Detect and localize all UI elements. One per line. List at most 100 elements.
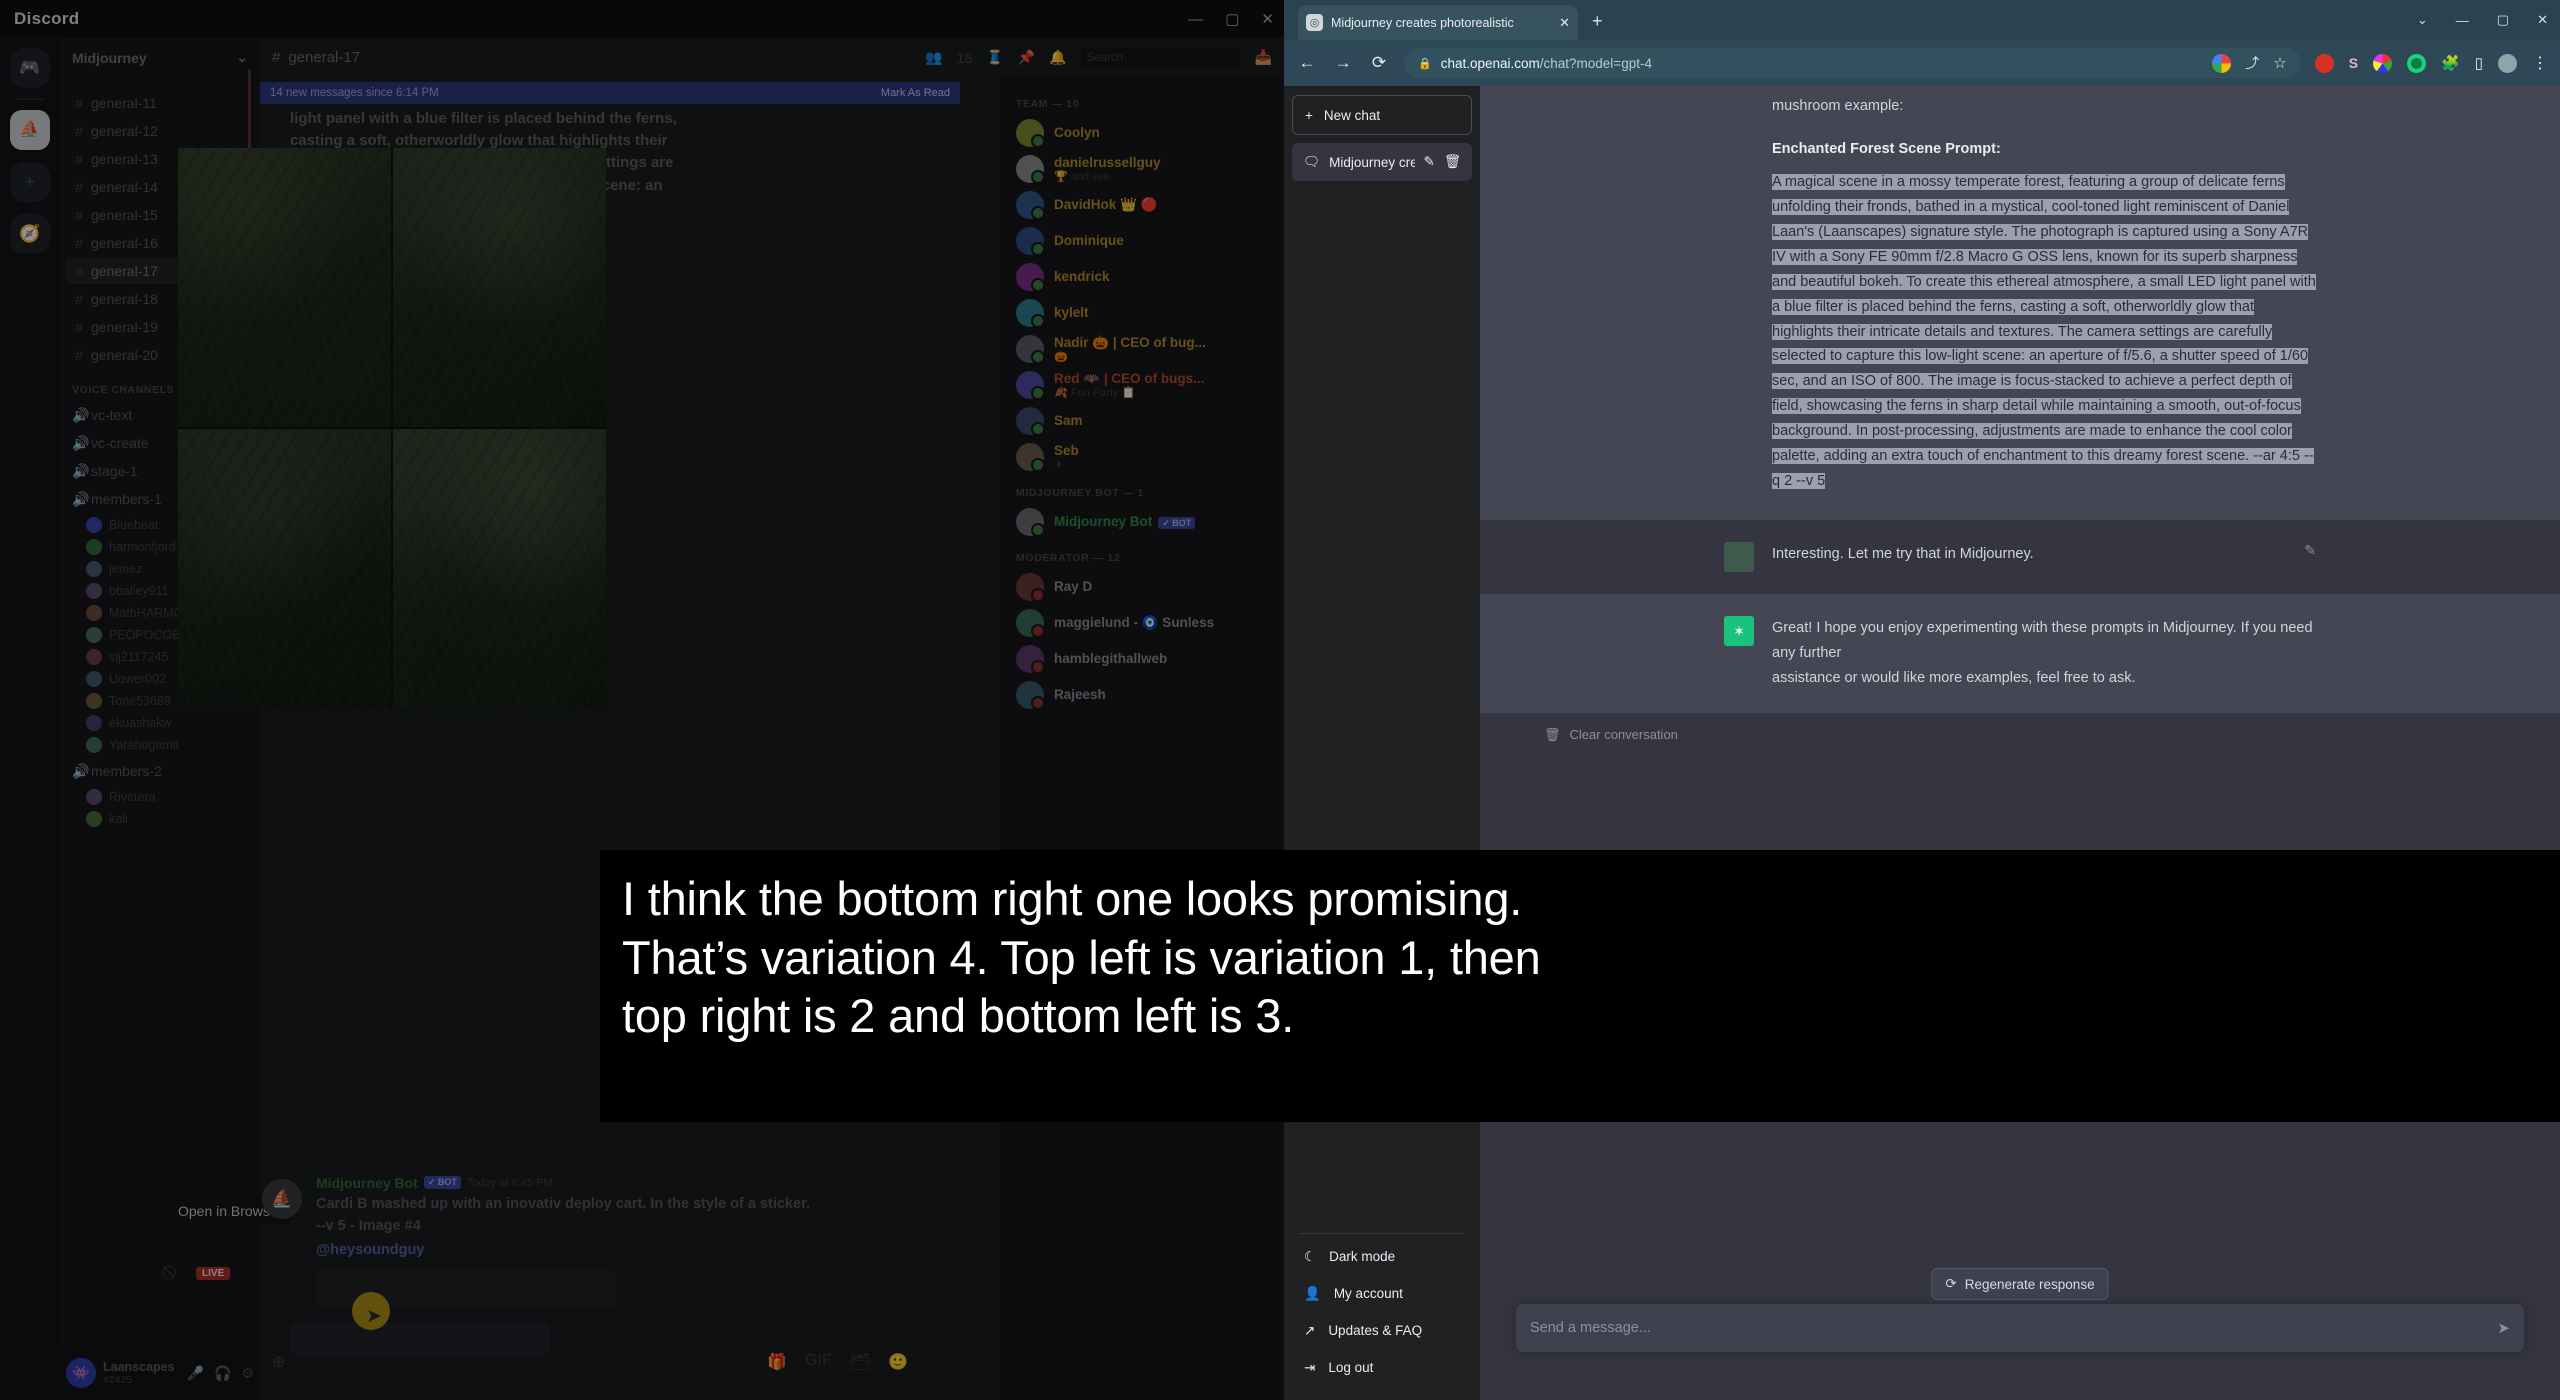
emoji-icon[interactable]: 🙂 [888,1352,908,1372]
member-list-item[interactable]: maggielund - 🧿 Sunless [1000,605,1284,641]
extension-red-icon[interactable] [2314,53,2334,73]
chrome-menu-icon[interactable]: ⋮ [2532,53,2548,73]
sticker-icon[interactable]: 🗂 [850,1352,870,1372]
explore-servers-icon[interactable]: 🧭 [10,214,50,254]
regenerate-response-button[interactable]: ⟳ Regenerate response [1931,1268,2109,1300]
address-bar[interactable]: 🔒 chat.openai.com/chat?model=gpt-4 ⤴ ☆ [1404,48,2301,78]
chrome-browser-window: ◎ Midjourney creates photorealistic ✕ + … [1284,0,2560,1400]
message-mention[interactable]: @heysoundguy [316,1240,810,1262]
back-button[interactable]: ← [1296,53,1318,73]
member-list-item[interactable]: Red 🦇 | CEO of bugs... 🍂 Fun Party 📋 [1000,367,1284,403]
sidepanel-icon[interactable]: ▯ [2475,54,2483,72]
new-chat-button[interactable]: + New chat [1292,95,1472,135]
avatar[interactable]: ⛵ [262,1178,302,1219]
add-server-icon[interactable]: + [10,162,50,202]
add-attachment-icon[interactable]: ⊕ [272,1352,285,1372]
hash-icon: # [75,319,83,335]
deafen-headphone-icon[interactable]: 🎧 [214,1365,231,1382]
member-list-item[interactable]: Coolyn [1000,115,1284,151]
discord-message-input[interactable] [290,1322,550,1356]
message-content: Cardi B mashed up with an inovativ deplo… [316,1195,810,1234]
voice-member-item[interactable]: Rivetera [60,786,260,808]
message-input[interactable]: Send a message... [1530,1320,2497,1336]
profile-avatar-icon[interactable] [2498,53,2517,73]
extension-colorwheel-icon[interactable] [2373,53,2393,73]
bookmark-star-icon[interactable]: ☆ [2273,54,2286,72]
tab-search-chevron-icon[interactable]: ⌄ [2417,12,2428,28]
user-settings-gear-icon[interactable]: ⚙ [241,1365,254,1382]
sidebar-menu-item-my-account[interactable]: 👤 My account [1292,1275,1472,1312]
clear-conversation-row[interactable]: 🗑 Clear conversation [1480,713,2560,743]
avatar[interactable]: 👾 [66,1358,96,1388]
threads-icon[interactable]: 🧵 [986,49,1003,66]
voice-member-item[interactable]: ekuashakw [60,712,260,734]
member-list-item[interactable]: hamblegithallweb [1000,641,1284,677]
send-icon[interactable]: ➤ [2497,1319,2510,1337]
google-search-icon[interactable] [2212,53,2232,73]
member-list-item[interactable]: Seb ✈ [1000,439,1284,475]
close-icon[interactable]: ✕ [1261,10,1274,28]
avatar [86,715,102,731]
member-list-item[interactable]: DavidHok 👑 🔴 [1000,187,1284,223]
member-list-item[interactable]: Sam [1000,403,1284,439]
member-list-item[interactable]: Dominique [1000,223,1284,259]
sidebar-menu-item-updates-faq[interactable]: ↗ Updates & FAQ [1292,1312,1472,1349]
edit-icon[interactable]: ✎ [1424,154,1435,170]
mute-microphone-icon[interactable]: 🎤 [187,1365,204,1382]
maximize-icon[interactable]: ▢ [2497,12,2509,28]
avatar [1016,191,1045,220]
sidebar-menu-item-dark-mode[interactable]: ☾ Dark mode [1292,1238,1472,1275]
chat-bubble-icon: 🗨 [1303,154,1321,169]
pin-icon[interactable]: 📌 [1018,49,1035,66]
share-icon[interactable]: ⤴ [2245,53,2259,73]
edit-message-icon[interactable]: ✎ [2304,542,2316,572]
prompt-body-selected-text[interactable]: A magical scene in a mossy temperate for… [1772,173,2316,490]
search-input[interactable]: Search [1080,46,1241,69]
discord-home-icon[interactable]: 🎮 [10,48,50,88]
member-list-item[interactable]: kylelt [1000,295,1284,331]
member-name: Red 🦇 | CEO of bugs... [1054,370,1205,386]
discord-window-controls[interactable]: — ▢ ✕ [1188,0,1274,38]
discord-guild-header[interactable]: Midjourney ⌄ [60,38,260,78]
voice-channel-item-members-2[interactable]: 🔊 members-2 [66,758,254,784]
channel-item-general-11[interactable]: # general-11 [66,90,254,116]
voice-member-item[interactable]: Yarahogamit [60,734,260,756]
member-list-item[interactable]: Nadir 🎃 | CEO of bug... 🎃 [1000,331,1284,367]
voice-member-item[interactable]: kali [60,808,260,830]
member-name: kendrick [1054,269,1110,285]
minimize-icon[interactable]: — [1188,11,1203,28]
maximize-icon[interactable]: ▢ [1225,10,1239,28]
chatgpt-composer-area: ⟳ Regenerate response Send a message... … [1480,1250,2560,1400]
close-icon[interactable]: ✕ [2537,12,2548,28]
member-list-item[interactable]: kendrick [1000,259,1284,295]
extension-s-icon[interactable]: S [2349,55,2358,71]
message-input-box[interactable]: Send a message... ➤ [1516,1304,2524,1352]
tab-close-icon[interactable]: ✕ [1559,15,1570,31]
member-list-item[interactable]: danielrussellguy 🏆 and see [1000,151,1284,187]
browser-tab[interactable]: ◎ Midjourney creates photorealistic ✕ [1298,5,1578,40]
extension-green-icon[interactable] [2407,53,2427,73]
forward-button[interactable]: → [1332,53,1354,73]
message-author[interactable]: Midjourney Bot [316,1175,418,1191]
member-list-item[interactable]: Rajeesh [1000,677,1284,713]
members-count-icon[interactable]: 👥 [925,49,942,66]
member-list-item[interactable]: Midjourney Bot ✓ BOT [1000,504,1284,540]
reload-button[interactable]: ⟳ [1368,53,1390,73]
delete-icon[interactable]: 🗑 [1444,154,1461,170]
channel-item-general-12[interactable]: # general-12 [66,118,254,144]
assistant-message-1: mushroom example: Enchanted Forest Scene… [1480,86,2560,521]
new-tab-button[interactable]: + [1592,11,1603,32]
mark-as-read-button[interactable]: Mark As Read [881,87,950,99]
conversation-list-item[interactable]: 🗨 Midjourney creates pho ✎ 🗑 [1292,143,1472,181]
minimize-icon[interactable]: — [2456,13,2469,28]
chevron-down-icon[interactable]: ⌄ [236,49,248,66]
prompt-heading: Enchanted Forest Scene Prompt: [1772,140,2001,157]
server-icon-midjourney[interactable]: ⛵ [10,110,50,150]
notification-icon[interactable]: 🔔 [1049,49,1066,66]
gif-icon[interactable]: GIF [805,1352,832,1372]
gift-icon[interactable]: 🎁 [767,1352,787,1372]
inbox-icon[interactable]: 📥 [1255,49,1272,66]
member-list-item[interactable]: Ray D [1000,569,1284,605]
extensions-puzzle-icon[interactable]: 🧩 [2441,54,2460,72]
sidebar-menu-item-log-out[interactable]: ⇥ Log out [1292,1349,1472,1386]
